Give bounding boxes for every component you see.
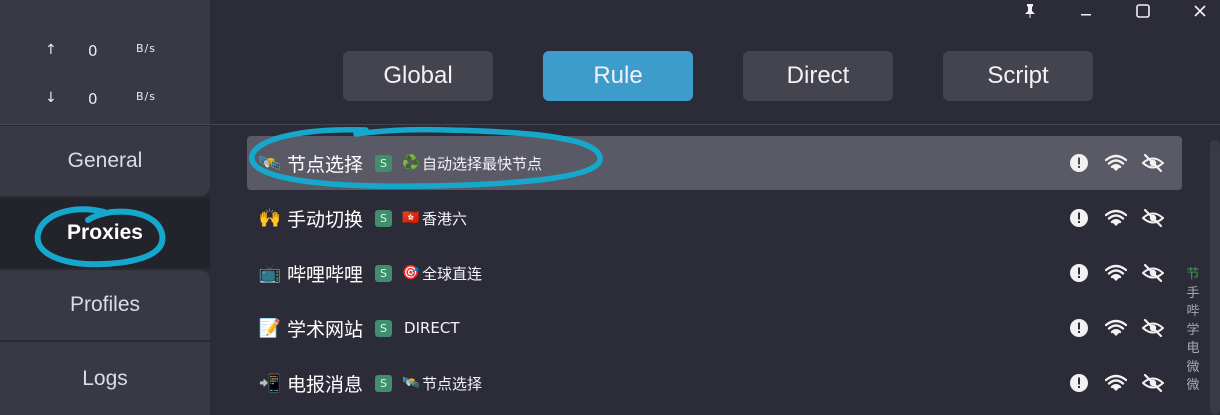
hong-kong-flag-icon: 🇭🇰 (402, 210, 420, 226)
eye-off-icon[interactable] (1142, 262, 1164, 284)
proxy-type-badge: S (375, 374, 393, 392)
maximize-icon[interactable] (1123, 0, 1163, 22)
proxy-type-badge: S (375, 319, 393, 337)
mode-direct-button[interactable]: Direct (743, 51, 893, 101)
proxy-group-current: 全球直连 (422, 264, 483, 283)
pin-icon[interactable] (1010, 0, 1050, 22)
row-actions (1053, 301, 1164, 355)
target-icon: 🎯 (402, 265, 420, 281)
traffic-speed-panel: ↑ 0 B/s ↓ 0 B/s (0, 0, 210, 124)
download-speed-unit: B/s (136, 90, 156, 103)
upload-speed-value: 0 (88, 42, 98, 60)
exclamation-icon[interactable] (1068, 262, 1090, 284)
minimize-icon[interactable] (1066, 0, 1106, 22)
proxy-group-row[interactable]: 🛰️ 节点选择 S ♻️ 自动选择最快节点 (247, 136, 1182, 190)
index-item[interactable]: 微 (1186, 377, 1199, 396)
eye-off-icon[interactable] (1142, 152, 1164, 174)
row-actions (1053, 191, 1164, 245)
proxy-group-current: 节点选择 (422, 374, 483, 393)
nav-logs[interactable]: Logs (0, 342, 210, 415)
proxy-group-row[interactable]: 🙌 手动切换 S 🇭🇰 香港六 (247, 191, 1182, 245)
row-actions (1053, 246, 1164, 300)
recycle-icon: ♻️ (402, 155, 420, 171)
download-speed-value: 0 (88, 90, 98, 108)
proxy-group-name: 学术网站 (287, 318, 364, 341)
proxy-group-current: DIRECT (404, 319, 460, 337)
proxy-type-badge: S (375, 209, 393, 227)
proxy-group-current: 香港六 (422, 209, 468, 228)
upload-speed: ↑ 0 B/s (0, 42, 210, 62)
satellite-icon: 🛰️ (258, 152, 282, 174)
proxy-group-row[interactable]: 📝 学术网站 S DIRECT (247, 301, 1182, 355)
wifi-icon[interactable] (1105, 207, 1127, 229)
proxy-group-name: 手动切换 (287, 208, 364, 231)
proxy-group-name: 节点选择 (287, 153, 364, 176)
raised-hands-icon: 🙌 (258, 207, 282, 229)
nav-profiles[interactable]: Profiles (0, 270, 210, 340)
scrollbar[interactable] (1210, 140, 1220, 415)
mobile-arrow-icon: 📲 (258, 372, 282, 394)
nav-proxies[interactable]: Proxies (0, 198, 210, 268)
index-item[interactable]: 电 (1186, 340, 1199, 359)
proxy-group-name: 电报消息 (287, 373, 364, 396)
proxy-type-badge: S (375, 154, 393, 172)
exclamation-icon[interactable] (1068, 317, 1090, 339)
index-item[interactable]: 手 (1186, 285, 1199, 304)
eye-off-icon[interactable] (1142, 207, 1164, 229)
memo-icon: 📝 (258, 317, 282, 339)
proxy-group-row[interactable]: 📲 电报消息 S 🛰️ 节点选择 (247, 356, 1182, 410)
exclamation-icon[interactable] (1068, 207, 1090, 229)
index-item[interactable]: 学 (1186, 322, 1199, 341)
mode-script-button[interactable]: Script (943, 51, 1093, 101)
exclamation-icon[interactable] (1068, 152, 1090, 174)
upload-speed-unit: B/s (136, 42, 156, 55)
group-index: 节 手 哔 学 电 微 微 (1184, 266, 1202, 396)
mode-rule-button[interactable]: Rule (543, 51, 693, 101)
wifi-icon[interactable] (1105, 372, 1127, 394)
sidebar: ↑ 0 B/s ↓ 0 B/s General Proxies Profiles… (0, 0, 210, 415)
download-arrow-icon: ↓ (45, 90, 57, 106)
mode-global-button[interactable]: Global (343, 51, 493, 101)
nav-general[interactable]: General (0, 126, 210, 196)
exclamation-icon[interactable] (1068, 372, 1090, 394)
wifi-icon[interactable] (1105, 317, 1127, 339)
eye-off-icon[interactable] (1142, 317, 1164, 339)
close-icon[interactable] (1180, 0, 1220, 22)
index-item[interactable]: 哔 (1186, 303, 1199, 322)
download-speed: ↓ 0 B/s (0, 90, 210, 110)
row-actions (1053, 136, 1164, 190)
index-item[interactable]: 微 (1186, 359, 1199, 378)
eye-off-icon[interactable] (1142, 372, 1164, 394)
proxy-group-current: 自动选择最快节点 (422, 154, 543, 173)
wifi-icon[interactable] (1105, 152, 1127, 174)
tv-icon: 📺 (258, 262, 282, 284)
index-item[interactable]: 节 (1186, 266, 1199, 285)
divider (0, 124, 1220, 125)
proxy-type-badge: S (375, 264, 393, 282)
row-actions (1053, 356, 1164, 410)
upload-arrow-icon: ↑ (45, 42, 57, 58)
wifi-icon[interactable] (1105, 262, 1127, 284)
proxy-group-name: 哔哩哔哩 (287, 263, 364, 286)
satellite-icon: 🛰️ (402, 375, 420, 391)
proxy-group-row[interactable]: 📺 哔哩哔哩 S 🎯 全球直连 (247, 246, 1182, 300)
